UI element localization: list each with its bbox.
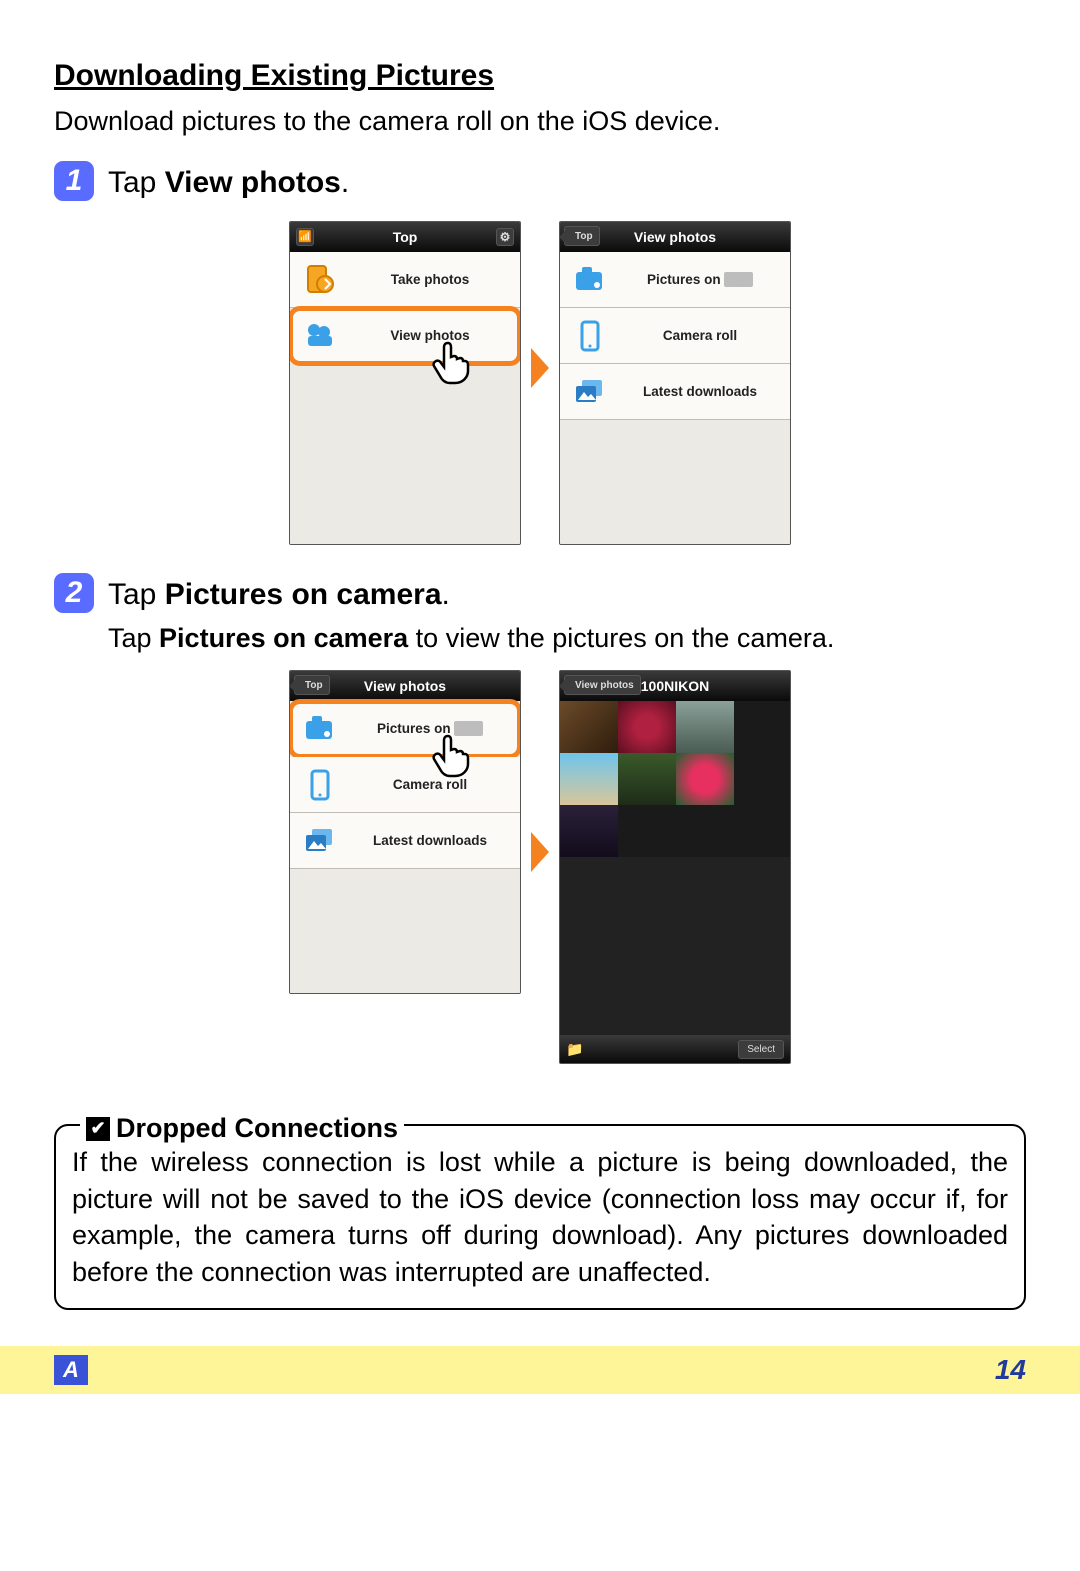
- thumbnail[interactable]: [676, 753, 734, 805]
- step-1-figures: 📶 Top ⚙ Take photos View photos: [54, 221, 1026, 545]
- step-1-heading: Tap View photos.: [108, 163, 1026, 204]
- gallery-filler: [560, 857, 790, 1035]
- step-2-figures: Top View photos Pictures on D▯▯: [54, 670, 1026, 1064]
- arrow-icon: [531, 832, 549, 872]
- step-2-heading: Tap Pictures on camera.: [108, 575, 1026, 616]
- step-1: 1 Tap View photos.: [54, 161, 1026, 208]
- phone-top-screen: 📶 Top ⚙ Take photos View photos: [289, 221, 521, 545]
- row-view-photos[interactable]: View photos: [290, 308, 520, 364]
- phone-header-title: Top: [393, 228, 418, 247]
- row-pictures-on-camera[interactable]: Pictures on D▯▯: [290, 701, 520, 757]
- check-icon: ✔: [86, 1117, 110, 1141]
- back-button[interactable]: Top: [294, 675, 330, 695]
- step-number-2: 2: [54, 573, 94, 613]
- downloads-icon: [570, 372, 610, 412]
- camera-icon: [570, 260, 610, 300]
- note-dropped-connections: ✔ Dropped Connections If the wireless co…: [54, 1124, 1026, 1310]
- device-icon: [300, 765, 340, 805]
- take-photos-icon: [300, 260, 340, 300]
- arrow-icon: [531, 348, 549, 388]
- phone-view-photos-screen: Top View photos Pictures on D▯▯ Camer: [559, 221, 791, 545]
- signal-icon[interactable]: 📶: [296, 228, 314, 246]
- phone-header-title: View photos: [364, 677, 446, 696]
- photo-grid: [560, 701, 790, 1035]
- phone-view-photos-screen-2: Top View photos Pictures on D▯▯: [289, 670, 521, 994]
- thumbnail[interactable]: [560, 701, 618, 753]
- tap-hand-icon: [428, 337, 476, 390]
- phone-header-title: 100NIKON: [641, 677, 709, 696]
- downloads-icon: [300, 821, 340, 861]
- phone-header: View photos 100NIKON: [560, 671, 790, 701]
- phone-gallery-screen: View photos 100NIKON 📁 Select: [559, 670, 791, 1064]
- thumbnail[interactable]: [676, 701, 734, 753]
- page-footer: A 14: [0, 1346, 1080, 1394]
- thumbnail[interactable]: [560, 805, 618, 857]
- phone-filler: [290, 364, 520, 544]
- row-label: Take photos: [350, 271, 510, 289]
- thumbnail[interactable]: [618, 701, 676, 753]
- note-title: ✔ Dropped Connections: [80, 1110, 404, 1146]
- phone-header-title: View photos: [634, 228, 716, 247]
- row-label: Latest downloads: [620, 383, 780, 401]
- camera-icon: [300, 709, 340, 749]
- row-latest-downloads[interactable]: Latest downloads: [290, 813, 520, 869]
- note-body: If the wireless connection is lost while…: [72, 1144, 1008, 1290]
- phone-filler: [560, 420, 790, 544]
- phone-filler: [290, 869, 520, 993]
- row-label: Pictures on D▯▯: [620, 271, 780, 289]
- phone-header: Top View photos: [560, 222, 790, 252]
- section-title: Downloading Existing Pictures: [54, 56, 1026, 97]
- step-number-1: 1: [54, 161, 94, 201]
- row-take-photos[interactable]: Take photos: [290, 252, 520, 308]
- thumbnail[interactable]: [560, 753, 618, 805]
- folder-icon[interactable]: 📁: [566, 1040, 583, 1059]
- gear-icon[interactable]: ⚙: [496, 228, 514, 246]
- section-intro: Download pictures to the camera roll on …: [54, 103, 1026, 139]
- back-button[interactable]: View photos: [564, 675, 641, 695]
- phone-header: 📶 Top ⚙: [290, 222, 520, 252]
- back-button[interactable]: Top: [564, 226, 600, 246]
- row-camera-roll[interactable]: Camera roll: [290, 757, 520, 813]
- row-camera-roll[interactable]: Camera roll: [560, 308, 790, 364]
- step-2-sub: Tap Pictures on camera to view the pictu…: [108, 620, 1026, 656]
- row-pictures-on-camera[interactable]: Pictures on D▯▯: [560, 252, 790, 308]
- tap-hand-icon: [428, 730, 476, 783]
- select-button[interactable]: Select: [738, 1040, 784, 1060]
- thumbnail[interactable]: [618, 753, 676, 805]
- page-number: 14: [995, 1351, 1026, 1389]
- gallery-toolbar: 📁 Select: [560, 1035, 790, 1063]
- section-tab-icon: A: [54, 1355, 88, 1385]
- row-label: Latest downloads: [350, 832, 510, 850]
- step-2: 2 Tap Pictures on camera. Tap Pictures o…: [54, 573, 1026, 656]
- device-icon: [570, 316, 610, 356]
- view-photos-icon: [300, 316, 340, 356]
- row-latest-downloads[interactable]: Latest downloads: [560, 364, 790, 420]
- row-label: Camera roll: [620, 327, 780, 345]
- phone-header: Top View photos: [290, 671, 520, 701]
